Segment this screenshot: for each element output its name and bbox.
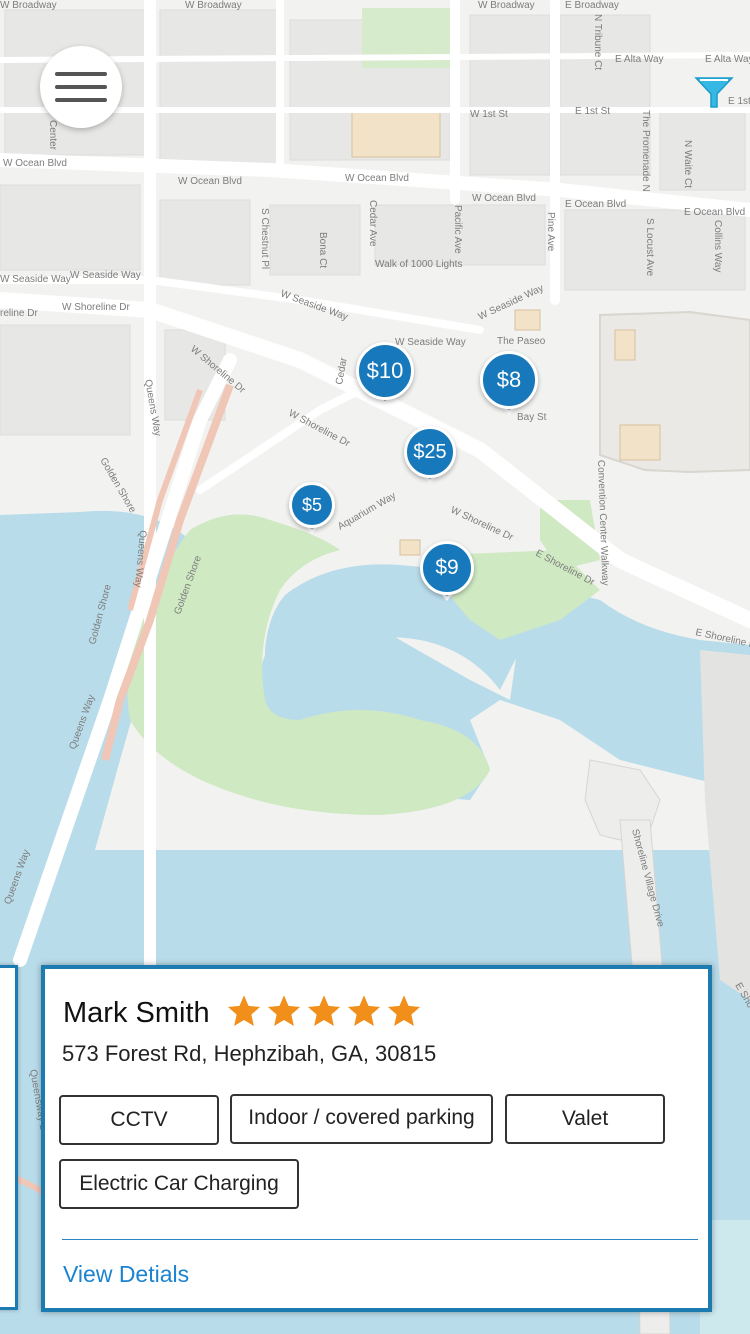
price-pin[interactable]: $5 — [289, 482, 335, 542]
amenity-tag: Valet — [505, 1094, 665, 1144]
star-icon — [267, 995, 301, 1026]
hamburger-icon — [55, 72, 107, 76]
filter-button[interactable] — [694, 74, 734, 114]
view-details-link[interactable]: View Detials — [63, 1261, 189, 1288]
star-icon — [307, 995, 341, 1026]
card-divider — [62, 1239, 698, 1240]
svg-text:W Ocean Blvd: W Ocean Blvd — [472, 193, 536, 204]
svg-text:W Seaside Way: W Seaside Way — [70, 270, 141, 281]
owner-name: Mark Smith — [63, 997, 210, 1029]
svg-text:E Broadway: E Broadway — [565, 0, 619, 11]
svg-text:N Tribune Ct: N Tribune Ct — [592, 14, 603, 70]
star-icon — [387, 995, 421, 1026]
svg-text:Collins Way: Collins Way — [712, 220, 723, 272]
svg-text:W Shoreline Dr: W Shoreline Dr — [62, 302, 130, 313]
amenity-tag: CCTV — [59, 1095, 219, 1145]
rating-stars — [226, 993, 426, 1033]
svg-text:S Locust Ave: S Locust Ave — [644, 218, 655, 277]
price-pin-label: $8 — [480, 351, 538, 409]
hamburger-icon-line — [55, 98, 107, 102]
svg-text:Bona Ct: Bona Ct — [317, 232, 328, 268]
svg-text:Walk of 1000 Lights: Walk of 1000 Lights — [375, 259, 462, 270]
price-pin[interactable]: $25 — [404, 426, 456, 492]
hamburger-icon-line — [55, 85, 107, 89]
amenity-tag: Electric Car Charging — [59, 1159, 299, 1209]
svg-text:reline Dr: reline Dr — [0, 308, 38, 319]
svg-text:W Broadway: W Broadway — [478, 0, 535, 11]
svg-text:W Ocean Blvd: W Ocean Blvd — [3, 158, 67, 169]
star-icon — [347, 995, 381, 1026]
star-icon — [227, 995, 261, 1026]
svg-text:W Broadway: W Broadway — [0, 0, 57, 11]
svg-text:Cedar Ave: Cedar Ave — [367, 200, 378, 247]
svg-text:W 1st St: W 1st St — [470, 109, 508, 120]
menu-button[interactable] — [40, 46, 122, 128]
filter-funnel-icon — [694, 77, 734, 108]
price-pin-label: $9 — [420, 541, 474, 595]
svg-text:W Ocean Blvd: W Ocean Blvd — [345, 173, 409, 184]
price-pin-label: $10 — [356, 342, 414, 400]
price-pin[interactable]: $8 — [480, 351, 538, 425]
svg-text:E Alta Way: E Alta Way — [705, 54, 750, 65]
price-pin[interactable]: $9 — [420, 541, 474, 611]
svg-text:Pacific Ave: Pacific Ave — [452, 205, 463, 254]
listing-card[interactable]: Mark Smith 573 Forest Rd, Hephzibah, GA,… — [41, 965, 712, 1312]
svg-text:The Promenade N: The Promenade N — [640, 110, 651, 192]
svg-text:S Chestnut Pl: S Chestnut Pl — [259, 208, 270, 269]
svg-text:Pine Ave: Pine Ave — [545, 212, 556, 252]
amenity-tag: Indoor / covered parking — [230, 1094, 493, 1144]
price-pin-label: $25 — [404, 426, 456, 478]
svg-text:E Ocean Blvd: E Ocean Blvd — [565, 199, 626, 210]
price-pin[interactable]: $10 — [356, 342, 414, 416]
listing-address: 573 Forest Rd, Hephzibah, GA, 30815 — [62, 1041, 437, 1066]
svg-text:E Alta Way: E Alta Way — [615, 54, 664, 65]
svg-text:N Waite Ct: N Waite Ct — [682, 140, 693, 188]
svg-text:The Paseo: The Paseo — [497, 336, 546, 347]
svg-text:W Ocean Blvd: W Ocean Blvd — [178, 176, 242, 187]
svg-text:Center: Center — [47, 120, 58, 151]
price-pin-label: $5 — [289, 482, 335, 528]
previous-listing-card[interactable] — [0, 965, 18, 1310]
svg-text:E 1st St: E 1st St — [575, 106, 610, 117]
svg-text:W Seaside Way: W Seaside Way — [0, 274, 71, 285]
svg-text:E Ocean Blvd: E Ocean Blvd — [684, 207, 745, 218]
svg-text:W Broadway: W Broadway — [185, 0, 242, 11]
